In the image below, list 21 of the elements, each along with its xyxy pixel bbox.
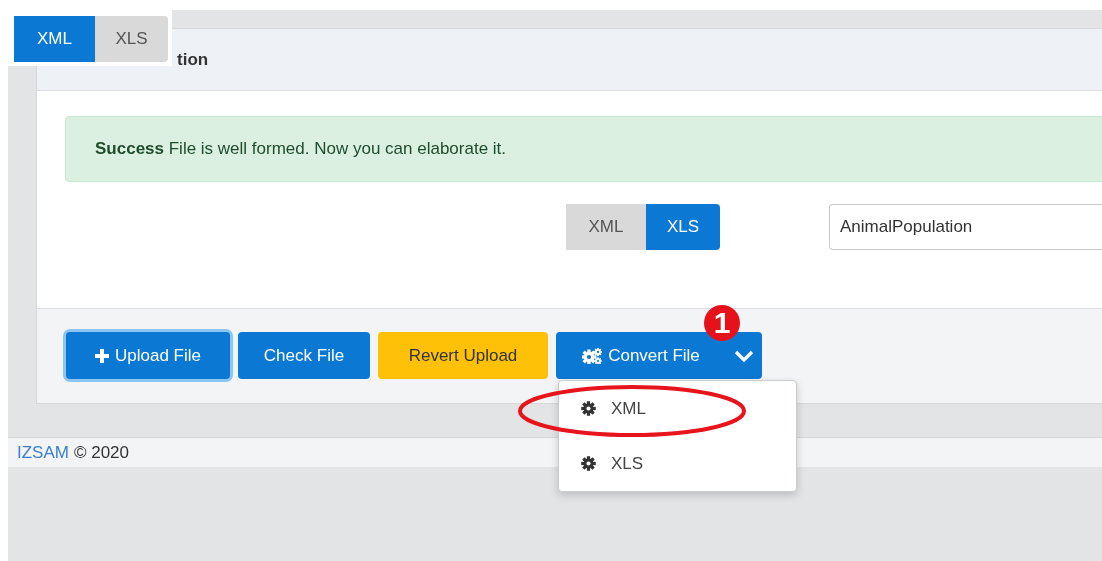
- convert-button[interactable]: Convert File: [556, 332, 726, 379]
- toggle-option[interactable]: XML: [14, 16, 95, 62]
- toggle-option[interactable]: XLS: [646, 204, 720, 250]
- revert-button[interactable]: Revert Upload: [378, 332, 548, 379]
- check-button[interactable]: Check File: [238, 332, 370, 379]
- copyright-text: © 2020: [73, 442, 130, 463]
- plus-icon: [95, 348, 109, 363]
- panel-title: tion: [177, 49, 209, 70]
- gear-icon: [581, 456, 596, 471]
- toggle-option[interactable]: XML: [566, 204, 646, 250]
- menu-item[interactable]: XML: [559, 388, 796, 429]
- toggle-option[interactable]: XLS: [95, 16, 168, 62]
- dropdown-toggle[interactable]: [726, 332, 762, 379]
- footer-link[interactable]: IZSAM: [17, 442, 69, 463]
- upload-button[interactable]: Upload File: [66, 332, 230, 379]
- gears-icon: [582, 347, 603, 364]
- name-field[interactable]: AnimalPopulation: [829, 204, 1102, 250]
- caret-icon: [734, 349, 754, 362]
- menu-item[interactable]: XLS: [559, 443, 796, 484]
- alert-message: Success File is well formed. Now you can elaborate it.: [95, 139, 507, 159]
- gear-icon: [581, 401, 596, 416]
